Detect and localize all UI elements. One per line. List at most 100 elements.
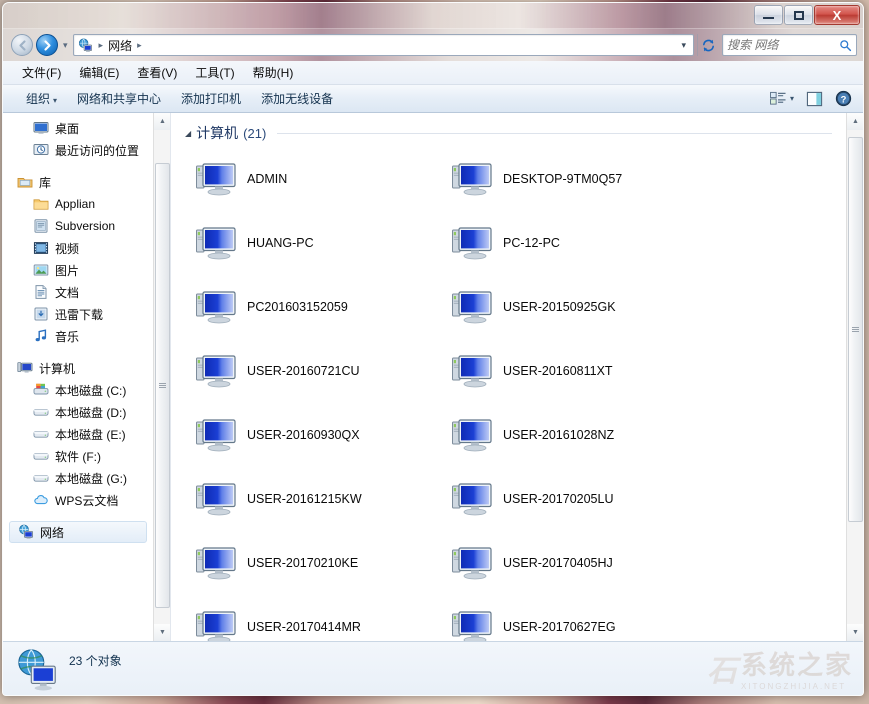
- chevron-down-icon: ▾: [790, 94, 794, 103]
- add-wireless-device-button[interactable]: 添加无线设备: [252, 87, 342, 110]
- search-icon: [839, 39, 852, 52]
- menu-help[interactable]: 帮助(H): [246, 62, 301, 83]
- computer-tile[interactable]: DESKTOP-9TM0Q57: [447, 147, 703, 211]
- sidebar-item-drive-c[interactable]: 本地磁盘 (C:): [3, 379, 153, 401]
- scroll-up-button[interactable]: ▲: [154, 113, 171, 130]
- sidebar-item-label: 计算机: [39, 360, 75, 377]
- computer-tile[interactable]: USER-20170627EG: [447, 595, 703, 641]
- sidebar-item-desktop[interactable]: 桌面: [3, 117, 153, 139]
- computer-tile[interactable]: USER-20170414MR: [191, 595, 447, 641]
- computer-name-label: PC-12-PC: [503, 236, 560, 250]
- group-header-computers[interactable]: ◢ 计算机 (21): [179, 119, 846, 145]
- menu-view[interactable]: 查看(V): [130, 62, 184, 83]
- computer-tile[interactable]: USER-20170405HJ: [447, 531, 703, 595]
- computer-tile[interactable]: PC201603152059: [191, 275, 447, 339]
- scrollbar-thumb[interactable]: [155, 163, 170, 608]
- chevron-down-icon: ▾: [63, 40, 68, 50]
- computer-tile[interactable]: USER-20160811XT: [447, 339, 703, 403]
- group-header-count: (21): [243, 126, 266, 141]
- sidebar-item-music[interactable]: 音乐: [3, 325, 153, 347]
- menu-tools[interactable]: 工具(T): [188, 62, 241, 83]
- back-arrow-icon: [16, 39, 29, 52]
- computer-monitor-icon: [195, 479, 239, 519]
- computer-tile[interactable]: ADMIN: [191, 147, 447, 211]
- change-view-icon: [770, 91, 787, 106]
- computer-tile[interactable]: USER-20150925GK: [447, 275, 703, 339]
- sidebar-item-wps-cloud[interactable]: WPS云文档: [3, 489, 153, 511]
- sidebar-item-label: 库: [39, 174, 51, 191]
- search-input[interactable]: [727, 38, 839, 52]
- computer-tile[interactable]: USER-20170210KE: [191, 531, 447, 595]
- sidebar-item-applian[interactable]: Applian: [3, 193, 153, 215]
- computer-tile[interactable]: USER-20161215KW: [191, 467, 447, 531]
- sidebar-item-documents[interactable]: 文档: [3, 281, 153, 303]
- address-bar[interactable]: ▸ 网络 ▸ ▾: [73, 34, 694, 56]
- computer-monitor-icon: [451, 415, 495, 455]
- breadcrumb-network[interactable]: 网络: [106, 37, 134, 54]
- content-scrollbar[interactable]: ▲ ▼: [846, 113, 863, 641]
- organize-button[interactable]: 组织▾: [17, 87, 66, 110]
- sidebar-item-label: WPS云文档: [55, 492, 118, 509]
- network-sharing-center-button[interactable]: 网络和共享中心: [68, 87, 170, 110]
- sidebar-item-subversion[interactable]: Subversion: [3, 215, 153, 237]
- group-header-label: 计算机: [196, 123, 238, 143]
- menu-file[interactable]: 文件(F): [15, 62, 68, 83]
- computer-tile[interactable]: USER-20160721CU: [191, 339, 447, 403]
- command-toolbar: 组织▾ 网络和共享中心 添加打印机 添加无线设备 ▾: [3, 85, 863, 113]
- sidebar-item-videos[interactable]: 视频: [3, 237, 153, 259]
- navigation-pane: 桌面 最近访问的位置 库: [3, 113, 171, 641]
- sidebar-item-network[interactable]: 网络: [9, 521, 147, 543]
- back-button[interactable]: [11, 34, 33, 56]
- preview-pane-button[interactable]: [801, 89, 828, 109]
- address-bar-row: ▾ ▸ 网络 ▸ ▾: [3, 29, 863, 61]
- minimize-button[interactable]: [754, 5, 783, 25]
- computer-name-label: HUANG-PC: [247, 236, 314, 250]
- help-icon: ?: [835, 90, 852, 107]
- computer-monitor-icon: [451, 479, 495, 519]
- change-view-button[interactable]: ▾: [765, 89, 799, 108]
- drive-icon: [33, 448, 49, 464]
- sidebar-gap-3: [3, 511, 153, 521]
- sidebar-item-drive-e[interactable]: 本地磁盘 (E:): [3, 423, 153, 445]
- library-doc-icon: [33, 218, 49, 234]
- items-view[interactable]: ◢ 计算机 (21) ADMIN DESKTOP-9TM0Q57: [171, 113, 846, 641]
- computer-tile[interactable]: PC-12-PC: [447, 211, 703, 275]
- sidebar-item-drive-d[interactable]: 本地磁盘 (D:): [3, 401, 153, 423]
- scrollbar-thumb[interactable]: [848, 137, 863, 522]
- scroll-up-button[interactable]: ▲: [847, 113, 864, 130]
- video-library-icon: [33, 240, 49, 256]
- computer-name-label: USER-20160721CU: [247, 364, 360, 378]
- computer-name-label: PC201603152059: [247, 300, 348, 314]
- sidebar-item-computer[interactable]: 计算机: [3, 357, 153, 379]
- navigation-pane-scrollbar[interactable]: ▲ ▼: [153, 113, 170, 641]
- computer-monitor-icon: [451, 543, 495, 583]
- computer-tile[interactable]: HUANG-PC: [191, 211, 447, 275]
- menu-edit[interactable]: 编辑(E): [72, 62, 126, 83]
- sidebar-item-recent-places[interactable]: 最近访问的位置: [3, 139, 153, 161]
- sidebar-item-thunder-downloads[interactable]: 迅雷下载: [3, 303, 153, 325]
- sidebar-item-pictures[interactable]: 图片: [3, 259, 153, 281]
- computer-tile[interactable]: USER-20170205LU: [447, 467, 703, 531]
- computer-monitor-icon: [195, 159, 239, 199]
- scroll-down-button[interactable]: ▼: [847, 624, 864, 641]
- add-printer-button[interactable]: 添加打印机: [172, 87, 250, 110]
- recent-pages-button[interactable]: ▾: [61, 40, 70, 51]
- computer-name-label: USER-20170405HJ: [503, 556, 613, 570]
- computer-tile[interactable]: USER-20161028NZ: [447, 403, 703, 467]
- help-button[interactable]: ?: [830, 88, 857, 109]
- computer-tile[interactable]: USER-20160930QX: [191, 403, 447, 467]
- maximize-button[interactable]: [784, 5, 813, 25]
- scroll-down-button[interactable]: ▼: [154, 624, 171, 641]
- sidebar-item-drive-f[interactable]: 软件 (F:): [3, 445, 153, 467]
- crumb-separator-trailing[interactable]: ▸: [134, 40, 145, 51]
- forward-button[interactable]: [36, 34, 58, 56]
- sidebar-item-libraries[interactable]: 库: [3, 171, 153, 193]
- close-button[interactable]: X: [814, 5, 860, 25]
- refresh-button[interactable]: [697, 34, 719, 56]
- address-dropdown-button[interactable]: ▾: [676, 40, 691, 51]
- explorer-body: 桌面 最近访问的位置 库: [3, 113, 863, 641]
- search-box[interactable]: [722, 34, 857, 56]
- sidebar-gap-2: [3, 347, 153, 357]
- collapse-triangle-icon[interactable]: ◢: [185, 129, 191, 138]
- sidebar-item-drive-g[interactable]: 本地磁盘 (G:): [3, 467, 153, 489]
